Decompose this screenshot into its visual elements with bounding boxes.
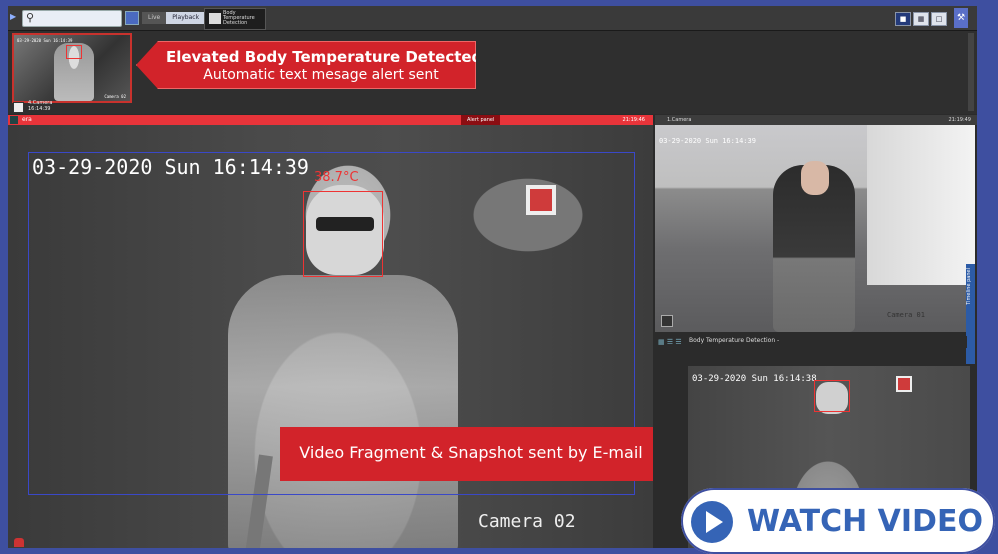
layout-single-button[interactable]: □: [931, 12, 947, 26]
watch-video-button[interactable]: WATCH VIDEO: [681, 488, 995, 554]
main-camera-header: era Alert panel 21:19:46: [8, 115, 653, 125]
person-face: [801, 161, 829, 195]
search-input[interactable]: ⚲: [22, 10, 122, 27]
side-camera-name: 1.Camera: [667, 117, 692, 123]
tab-label: Body Temperature Detection: [223, 10, 255, 26]
side-camera-time: 21:19:49: [948, 117, 971, 123]
mode-switch[interactable]: Live Playback: [142, 12, 206, 24]
wall: [867, 125, 975, 285]
side-camera-label: Camera 01: [887, 311, 925, 319]
play-icon: [691, 501, 733, 543]
detection-list-header: ▦ ☰ ☰ Body Temperature Detection -: [655, 336, 967, 348]
tools-icon[interactable]: ⚒: [954, 8, 968, 28]
alert-callout-title: Elevated Body Temperature Detected: [166, 48, 483, 66]
thumb-time: 16:14:39: [28, 106, 51, 112]
detection-timestamp: 03-29-2020 Sun 16:14:38: [692, 374, 817, 384]
email-callout-text: Video Fragment & Snapshot sent by E-mail: [299, 443, 643, 462]
top-toolbar: ▶ ⚲ Live Playback Body Temperature Detec…: [8, 6, 977, 31]
alert-strip: 03-29-2020 Sun 16:14:39 Camera 02 4.Came…: [8, 31, 977, 114]
camera-icon: [13, 102, 24, 113]
temperature-reading: 38.7°C: [314, 170, 359, 185]
side-camera-view[interactable]: 03-29-2020 Sun 16:14:39 Camera 01: [655, 125, 975, 332]
camera-icon: [10, 116, 18, 124]
main-camera-name: era: [22, 116, 32, 123]
alert-callout: Elevated Body Temperature Detected Autom…: [136, 41, 476, 89]
mode-live-button[interactable]: Live: [142, 12, 167, 24]
layout-icon: [209, 13, 221, 24]
side-camera-timestamp: 03-29-2020 Sun 16:14:39: [659, 137, 756, 145]
layout-grid-4-button[interactable]: ▦: [913, 12, 929, 26]
side-camera-header: 1.Camera 21:19:49: [655, 115, 977, 125]
face-detection-box: [303, 191, 383, 277]
layout-1-button[interactable]: ■: [895, 12, 911, 26]
app-window: ▶ ⚲ Live Playback Body Temperature Detec…: [8, 6, 977, 548]
watch-video-label: WATCH VIDEO: [747, 504, 983, 539]
timeline-panel-tab[interactable]: Timeline panel: [966, 264, 975, 364]
exit-sign: [896, 376, 912, 392]
alert-panel-button[interactable]: Alert panel: [461, 115, 501, 125]
detection-face-box: [814, 380, 850, 412]
snapshot-icon[interactable]: [661, 315, 673, 327]
view-mode-icon[interactable]: ▦ ☰ ☰: [658, 338, 682, 346]
main-thermal-view[interactable]: 03-29-2020 Sun 16:14:39 38.7°C Video Fra…: [8, 125, 653, 548]
detection-title: Body Temperature Detection -: [689, 337, 780, 344]
main-camera-time: 21:19:46: [622, 117, 645, 123]
search-icon: ⚲: [26, 11, 35, 24]
layout-grid-button[interactable]: [125, 11, 139, 25]
layout-buttons: ■ ▦ □: [895, 12, 947, 26]
email-callout: Video Fragment & Snapshot sent by E-mail: [280, 427, 653, 481]
tab-body-temperature-detection[interactable]: Body Temperature Detection: [204, 8, 266, 30]
main-timestamp: 03-29-2020 Sun 16:14:39: [32, 155, 309, 179]
timeline-panel-label: Timeline panel: [966, 268, 972, 305]
alarm-bell-icon[interactable]: [14, 538, 24, 547]
thumb-timestamp: 03-29-2020 Sun 16:14:39: [17, 38, 73, 43]
main-camera-label: Camera 02: [478, 511, 576, 532]
collapse-arrow-icon[interactable]: ▶: [10, 12, 18, 22]
thumb-camera-label: Camera 02: [104, 94, 126, 99]
thumb-face-box: [66, 45, 82, 59]
alert-callout-subtitle: Automatic text mesage alert sent: [203, 67, 439, 83]
alert-scrollbar[interactable]: [968, 33, 974, 111]
mode-playback-button[interactable]: Playback: [166, 12, 206, 24]
alert-thumbnail[interactable]: 03-29-2020 Sun 16:14:39 Camera 02: [12, 33, 132, 103]
